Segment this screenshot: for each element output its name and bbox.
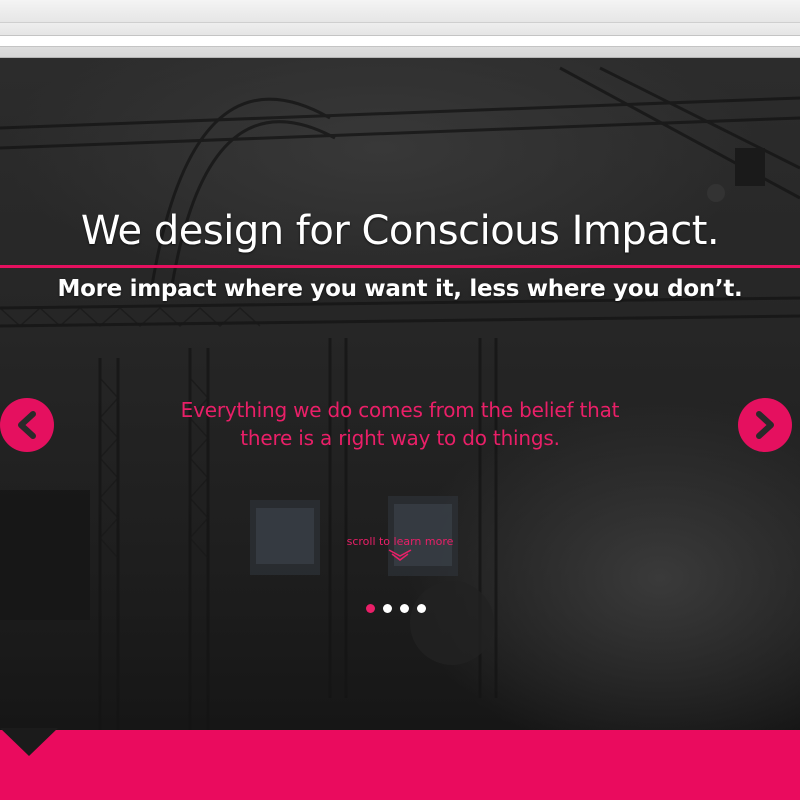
browser-toolbar [0,23,800,58]
next-slide-button[interactable] [738,398,792,452]
browser-title-bar [0,0,800,23]
section-band [0,730,800,800]
tagline-line-1: Everything we do comes from the belief t… [180,398,620,422]
chevron-left-icon [18,411,36,439]
hero-headline: We design for Conscious Impact. [80,208,720,254]
scroll-to-learn-more-link[interactable]: scroll to learn more [300,535,500,548]
previous-slide-button[interactable] [0,398,54,452]
chevron-right-icon [756,411,774,439]
address-bar[interactable] [0,35,800,47]
tagline-line-2: there is a right way to do things. [240,426,560,450]
slide-dot[interactable] [366,604,375,613]
slide-dot[interactable] [400,604,409,613]
stage-truss-background [0,66,800,730]
section-notch [0,728,58,756]
double-chevron-down-icon[interactable] [387,548,413,562]
slide-pagination [360,604,440,616]
hero-subhead: More impact where you want it, less wher… [57,276,743,302]
slide-dot[interactable] [417,604,426,613]
headline-divider [0,265,800,268]
slide-dot[interactable] [383,604,392,613]
hero-section: We design for Conscious Impact. More imp… [0,58,800,730]
hero-tagline: Everything we do comes from the belief t… [150,396,650,452]
